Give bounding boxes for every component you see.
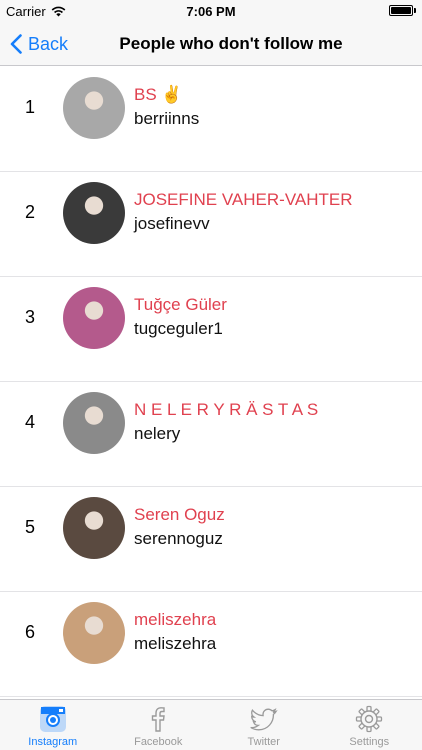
gear-icon	[355, 705, 383, 733]
page-title: People who don't follow me	[119, 34, 343, 53]
list-item[interactable]: 6 meliszehra meliszehra	[0, 592, 422, 697]
tab-twitter[interactable]: Twitter	[211, 700, 317, 750]
display-name: BS ✌️	[134, 85, 183, 104]
display-name: N E L E R Y R Ä S T A S	[134, 400, 319, 419]
avatar[interactable]	[63, 287, 125, 349]
twitter-icon	[250, 705, 278, 733]
row-number: 6	[25, 622, 36, 642]
row-number: 3	[25, 307, 36, 327]
display-name: Seren Oguz	[134, 505, 225, 524]
username: berriinns	[134, 109, 200, 128]
username: serennoguz	[134, 529, 223, 548]
avatar[interactable]	[63, 602, 125, 664]
tab-instagram[interactable]: Instagram	[0, 700, 106, 750]
row-number: 1	[25, 97, 36, 117]
clock: 7:06 PM	[186, 4, 236, 19]
username: tugceguler1	[134, 319, 223, 338]
tab-label: Settings	[349, 736, 390, 748]
tab-label: Instagram	[28, 736, 78, 748]
avatar[interactable]	[63, 392, 125, 454]
list-item[interactable]: 5 Seren Oguz serennoguz	[0, 487, 422, 592]
row-number: 4	[25, 412, 36, 432]
avatar[interactable]	[63, 182, 125, 244]
username: josefinevv	[134, 214, 210, 233]
battery-icon	[389, 5, 416, 16]
display-name: meliszehra	[134, 610, 217, 629]
username: meliszehra	[134, 634, 217, 653]
list-item[interactable]: 2 JOSEFINE VAHER-VAHTER josefinevv	[0, 172, 422, 277]
avatar[interactable]	[63, 497, 125, 559]
tab-label: Twitter	[247, 736, 280, 748]
avatar[interactable]	[63, 77, 125, 139]
display-name: JOSEFINE VAHER-VAHTER	[134, 190, 353, 209]
facebook-icon	[144, 705, 172, 733]
people-list[interactable]: 1 BS ✌️ berriinns 2 JOSEFINE VAHER-VAHTER jos…	[0, 67, 422, 699]
navigation-bar: Back People who don't follow me	[0, 22, 422, 66]
list-item[interactable]: 3 Tuğçe Güler tugceguler1	[0, 277, 422, 382]
list-item[interactable]: 1 BS ✌️ berriinns	[0, 67, 422, 172]
tab-settings[interactable]: Settings	[317, 700, 422, 750]
status-bar: Carrier 7:06 PM	[0, 0, 422, 22]
instagram-icon	[39, 705, 67, 733]
display-name: Tuğçe Güler	[134, 295, 227, 314]
username: nelery	[134, 424, 181, 443]
row-number: 2	[25, 202, 36, 222]
list-item[interactable]: 4 N E L E R Y R Ä S T A S nelery	[0, 382, 422, 487]
tab-facebook[interactable]: Facebook	[106, 700, 212, 750]
row-number: 5	[25, 517, 36, 537]
tab-bar: Instagram Facebook Twitter Settings	[0, 699, 422, 750]
tab-label: Facebook	[134, 736, 183, 748]
